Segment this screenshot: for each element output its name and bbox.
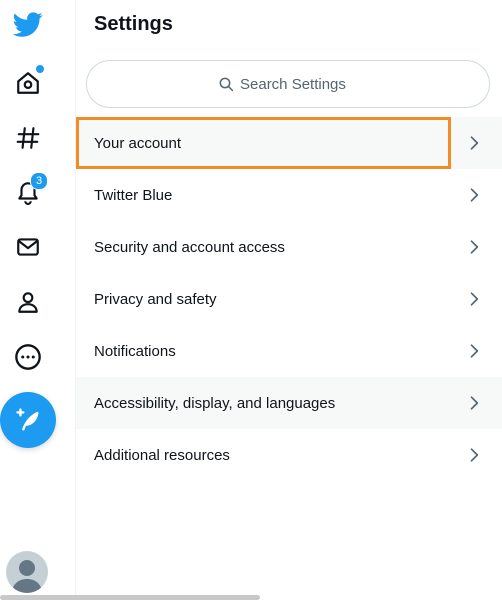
- hashtag-icon: [16, 127, 40, 149]
- avatar[interactable]: [6, 551, 48, 593]
- twitter-logo-link[interactable]: [6, 2, 50, 46]
- person-icon: [18, 292, 38, 313]
- settings-item-label: Your account: [94, 134, 182, 152]
- settings-item-label: Twitter Blue: [94, 186, 173, 204]
- more-nav-button[interactable]: [6, 335, 50, 379]
- search-input[interactable]: [240, 75, 358, 93]
- envelope-icon: [17, 238, 39, 256]
- home-nav-button[interactable]: [6, 61, 50, 105]
- settings-item-label: Notifications: [94, 342, 176, 360]
- new-content-dot: [36, 65, 44, 73]
- search-icon: [219, 77, 234, 92]
- settings-item-notifications[interactable]: Notifications: [76, 325, 502, 377]
- chevron-right-icon: [470, 292, 479, 306]
- compose-tweet-button[interactable]: [0, 392, 56, 448]
- settings-item-your-account[interactable]: Your account: [76, 117, 502, 169]
- settings-item-label: Additional resources: [94, 446, 230, 464]
- chevron-right-icon: [470, 448, 479, 462]
- left-nav-rail: 3: [0, 0, 260, 600]
- page-title: Settings: [94, 13, 173, 35]
- settings-item-security[interactable]: Security and account access: [76, 221, 502, 273]
- messages-nav-button[interactable]: [6, 225, 50, 269]
- app-window: 3 Settings Search Settings Your account …: [0, 0, 502, 600]
- chevron-right-icon: [470, 188, 479, 202]
- settings-item-label: Privacy and safety: [94, 290, 217, 308]
- chevron-right-icon: [470, 344, 479, 358]
- profile-nav-button[interactable]: [6, 280, 50, 324]
- settings-list: Your account Twitter Blue Security and a…: [76, 117, 502, 481]
- twitter-bird-icon: [13, 12, 43, 37]
- settings-item-label: Accessibility, display, and languages: [94, 394, 336, 412]
- explore-nav-button[interactable]: [6, 116, 50, 160]
- default-avatar-icon: [12, 560, 42, 593]
- notifications-badge: 3: [30, 172, 48, 190]
- settings-item-twitter-blue[interactable]: Twitter Blue: [76, 169, 502, 221]
- search-settings-box[interactable]: [86, 60, 490, 108]
- more-circle-icon: [15, 344, 41, 370]
- notifications-nav-button[interactable]: 3: [6, 170, 50, 214]
- settings-item-label: Security and account access: [94, 238, 285, 256]
- settings-item-accessibility[interactable]: Accessibility, display, and languages: [76, 377, 502, 429]
- chevron-right-icon: [470, 396, 479, 410]
- chevron-right-icon: [470, 136, 479, 150]
- feather-plus-icon: [16, 408, 39, 431]
- settings-panel: Settings Your account Twitter Blue Secur…: [76, 0, 502, 600]
- home-icon: [17, 72, 39, 94]
- settings-item-additional-resources[interactable]: Additional resources: [76, 429, 502, 481]
- settings-item-privacy[interactable]: Privacy and safety: [76, 273, 502, 325]
- chevron-right-icon: [470, 240, 479, 254]
